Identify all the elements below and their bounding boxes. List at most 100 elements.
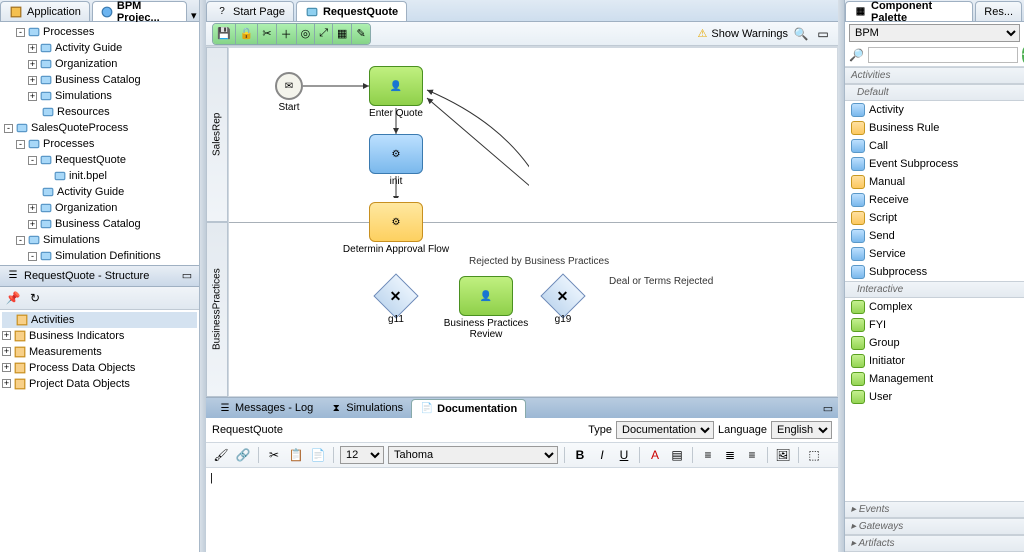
tab-application[interactable]: Application: [0, 1, 90, 21]
expander-icon[interactable]: -: [28, 156, 37, 165]
language-select[interactable]: English: [771, 421, 832, 439]
highlight-icon[interactable]: ▤: [668, 446, 686, 464]
underline-icon[interactable]: U: [615, 446, 633, 464]
tree-node[interactable]: -Simulation Definitions: [2, 248, 197, 264]
cut-icon[interactable]: ✂: [265, 446, 283, 464]
tree-node[interactable]: +Business Catalog: [2, 72, 197, 88]
palette-category-select[interactable]: BPM: [849, 24, 1020, 42]
palette-item[interactable]: FYI: [845, 316, 1024, 334]
align-center-icon[interactable]: ≣: [721, 446, 739, 464]
tab-messages-log[interactable]: ☰ Messages - Log: [210, 399, 321, 417]
font-size-select[interactable]: 12: [340, 446, 384, 464]
align-left-icon[interactable]: ≡: [699, 446, 717, 464]
group-activities[interactable]: Activities: [845, 67, 1024, 84]
enter-quote-task[interactable]: 👤 Enter Quote: [369, 66, 423, 106]
minimize-icon[interactable]: ▭: [822, 402, 834, 414]
expander-icon[interactable]: -: [16, 140, 25, 149]
hide-icon[interactable]: ▭: [814, 25, 832, 43]
tab-component-palette[interactable]: ▦ Component Palette: [845, 1, 973, 21]
tree-node[interactable]: +Business Catalog: [2, 216, 197, 232]
tree-node[interactable]: -RequestQuote: [2, 152, 197, 168]
tab-start-page[interactable]: ? Start Page: [206, 1, 294, 21]
pin-icon[interactable]: 📌: [4, 289, 22, 307]
structure-tree[interactable]: Activities+Business Indicators+Measureme…: [0, 310, 199, 552]
tree-node[interactable]: -Processes: [2, 24, 197, 40]
tree-node[interactable]: +Activity Guide: [2, 40, 197, 56]
palette-item[interactable]: Activity: [845, 101, 1024, 119]
tab-request-quote[interactable]: RequestQuote: [296, 1, 407, 21]
bpmn-canvas[interactable]: ✉ Start 👤 Enter Quote ⚙ init ⚙ Determin …: [228, 47, 838, 397]
expander-icon[interactable]: +: [2, 331, 11, 340]
expander-icon[interactable]: +: [28, 76, 37, 85]
tree-node[interactable]: -Processes: [2, 136, 197, 152]
structure-node[interactable]: Activities: [2, 312, 197, 328]
expander-icon[interactable]: +: [2, 363, 11, 372]
determin-task[interactable]: ⚙ Determin Approval Flow: [369, 202, 423, 242]
expander-icon[interactable]: -: [16, 28, 25, 37]
target-icon[interactable]: ◎: [297, 24, 316, 44]
lane-businesspractices[interactable]: BusinessPractices: [206, 222, 228, 397]
font-color-icon[interactable]: A: [646, 446, 664, 464]
tree-node[interactable]: Activity Guide: [2, 184, 197, 200]
palette-item[interactable]: Complex: [845, 298, 1024, 316]
structure-node[interactable]: +Business Indicators: [2, 328, 197, 344]
g11-gateway[interactable]: ✕ g11: [380, 280, 412, 312]
insert-image-icon[interactable]: 🖼: [774, 446, 792, 464]
expander-icon[interactable]: +: [28, 92, 37, 101]
insert-object-icon[interactable]: ⬚: [805, 446, 823, 464]
minimize-icon[interactable]: ▭: [181, 270, 193, 282]
save-icon[interactable]: 💾: [213, 24, 236, 44]
expander-icon[interactable]: +: [28, 60, 37, 69]
group-interactive[interactable]: Interactive: [845, 281, 1024, 298]
refresh-icon[interactable]: ↻: [26, 289, 44, 307]
project-tree[interactable]: -Processes+Activity Guide+Organization+B…: [0, 22, 199, 265]
tab-simulations[interactable]: ⧗ Simulations: [321, 399, 411, 417]
init-task[interactable]: ⚙ init: [369, 134, 423, 174]
group-artifacts[interactable]: ▸ Artifacts: [845, 535, 1024, 552]
font-name-select[interactable]: Tahoma: [388, 446, 558, 464]
add-icon[interactable]: ＋: [277, 24, 297, 44]
expander-icon[interactable]: -: [4, 124, 13, 133]
brush-icon[interactable]: 🖌: [212, 446, 230, 464]
tree-node[interactable]: Resources: [2, 104, 197, 120]
expander-icon[interactable]: +: [28, 44, 37, 53]
palette-item[interactable]: Event Subprocess: [845, 155, 1024, 173]
palette-item[interactable]: User: [845, 388, 1024, 406]
copy-icon[interactable]: 📋: [287, 446, 305, 464]
palette-item[interactable]: Initiator: [845, 352, 1024, 370]
tree-node[interactable]: +Organization: [2, 200, 197, 216]
palette-item[interactable]: Management: [845, 370, 1024, 388]
tree-node[interactable]: -SalesQuoteProcess: [2, 120, 197, 136]
lane-salesrep[interactable]: SalesRep: [206, 47, 228, 222]
expander-icon[interactable]: +: [28, 220, 37, 229]
binocular-icon[interactable]: 🔎: [849, 46, 864, 64]
palette-item[interactable]: Service: [845, 245, 1024, 263]
bold-icon[interactable]: B: [571, 446, 589, 464]
lock-icon[interactable]: 🔒: [236, 24, 259, 44]
review-task[interactable]: 👤 Business Practices Review: [459, 276, 513, 316]
tree-node[interactable]: +Simulations: [2, 88, 197, 104]
g19-gateway[interactable]: ✕ g19: [547, 280, 579, 312]
edit-icon[interactable]: ✎: [352, 24, 369, 44]
link-icon[interactable]: 🔗: [234, 446, 252, 464]
palette-item[interactable]: Script: [845, 209, 1024, 227]
type-select[interactable]: Documentation: [616, 421, 714, 439]
palette-item[interactable]: Manual: [845, 173, 1024, 191]
align-right-icon[interactable]: ≡: [743, 446, 761, 464]
palette-item[interactable]: Receive: [845, 191, 1024, 209]
minimize-icon[interactable]: ▾: [189, 9, 199, 21]
cut-icon[interactable]: ✂: [258, 24, 276, 44]
tab-bpm-project[interactable]: BPM Projec...: [92, 1, 187, 21]
structure-node[interactable]: +Project Data Objects: [2, 376, 197, 392]
expander-icon[interactable]: +: [28, 204, 37, 213]
group-events[interactable]: ▸ Events: [845, 501, 1024, 518]
palette-search-input[interactable]: [868, 47, 1018, 63]
show-warnings-label[interactable]: Show Warnings: [711, 28, 788, 40]
expander-icon[interactable]: -: [16, 236, 25, 245]
expand-icon[interactable]: ⤢: [315, 24, 333, 44]
palette-item[interactable]: Call: [845, 137, 1024, 155]
paste-icon[interactable]: 📄: [309, 446, 327, 464]
tree-node[interactable]: init.bpel: [2, 168, 197, 184]
structure-node[interactable]: +Process Data Objects: [2, 360, 197, 376]
palette-item[interactable]: Group: [845, 334, 1024, 352]
